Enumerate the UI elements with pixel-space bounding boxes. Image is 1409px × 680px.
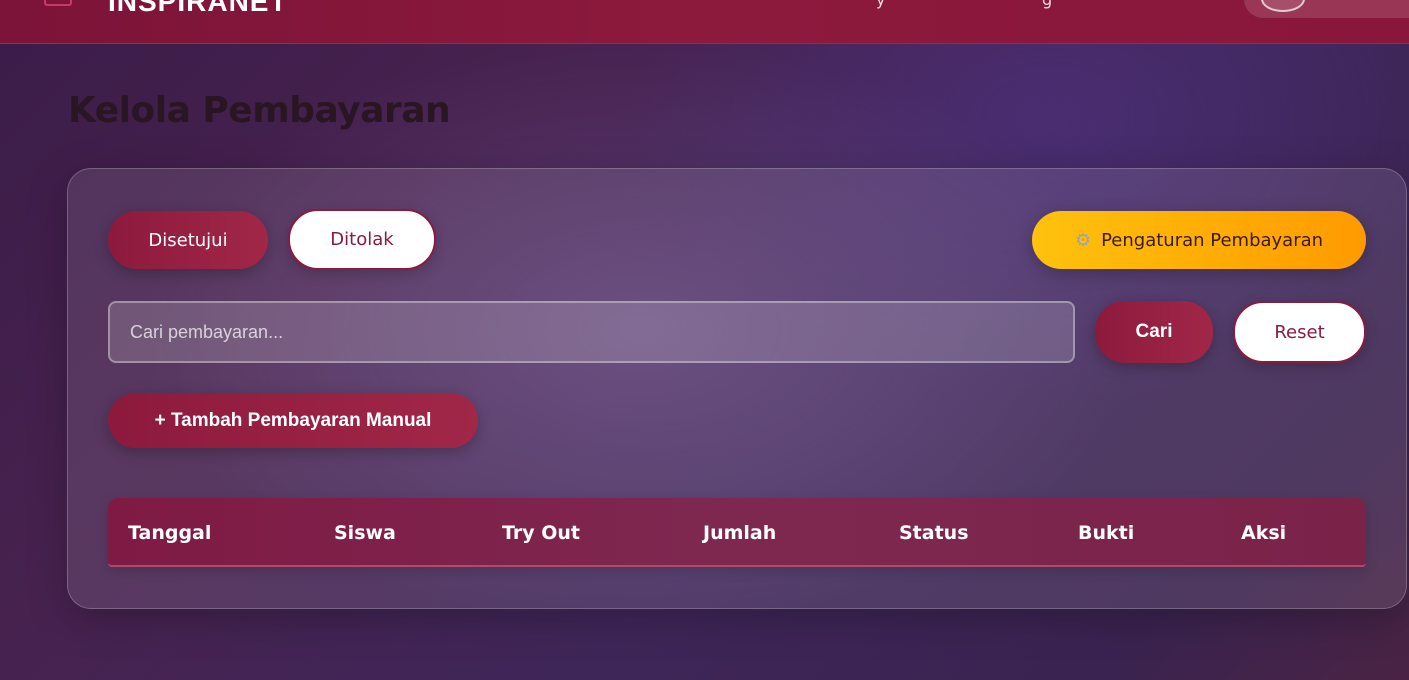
column-header-tryout[interactable]: Try Out (502, 522, 580, 544)
tab-rejected[interactable]: Ditolak (288, 209, 436, 270)
payment-settings-label: Pengaturan Pembayaran (1101, 229, 1324, 251)
payment-settings-button[interactable]: ⚙ Pengaturan Pembayaran (1032, 211, 1366, 269)
brand-logo[interactable]: INSPIRANET (108, 0, 288, 18)
top-navbar: INSPIRANET y g (0, 0, 1409, 44)
payments-table-header: Tanggal Siswa Try Out Jumlah Status Bukt… (108, 498, 1366, 567)
page-title: Kelola Pembayaran (68, 90, 451, 131)
add-manual-payment-button[interactable]: + Tambah Pembayaran Manual (108, 393, 478, 448)
tab-approved[interactable]: Disetujui (108, 211, 268, 269)
column-header-date[interactable]: Tanggal (128, 522, 211, 544)
column-header-proof[interactable]: Bukti (1078, 522, 1134, 544)
search-button[interactable]: Cari (1095, 301, 1213, 363)
menu-toggle-icon[interactable] (44, 0, 72, 6)
nav-link-fragment[interactable]: g (1042, 0, 1052, 9)
nav-link-fragment[interactable]: y (876, 0, 885, 9)
column-header-student[interactable]: Siswa (334, 522, 396, 544)
reset-button[interactable]: Reset (1233, 301, 1366, 363)
column-header-actions: Aksi (1241, 522, 1287, 544)
search-input[interactable] (108, 301, 1075, 363)
column-header-amount[interactable]: Jumlah (703, 522, 776, 544)
column-header-status[interactable]: Status (899, 522, 969, 544)
gear-icon: ⚙ (1074, 229, 1092, 251)
